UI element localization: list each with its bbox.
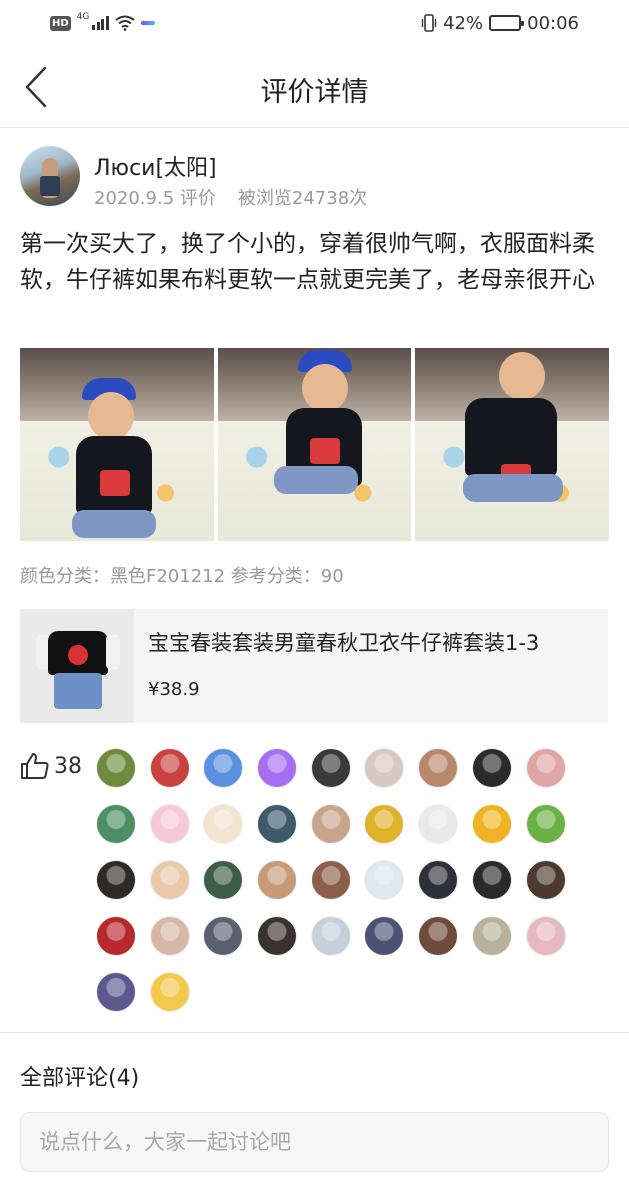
product-thumbnail xyxy=(20,609,134,723)
liker-avatar[interactable] xyxy=(149,748,190,788)
liker-avatar[interactable] xyxy=(96,916,136,956)
status-bar: HD 4G 42% 00:06 xyxy=(0,0,629,48)
status-right: 42% 00:06 xyxy=(421,10,579,36)
liker-avatar[interactable] xyxy=(203,804,244,844)
liker-avatar[interactable] xyxy=(96,804,136,844)
liker-avatar[interactable] xyxy=(471,860,512,900)
liker-avatar[interactable] xyxy=(525,916,566,956)
liker-avatar[interactable] xyxy=(257,804,298,844)
review-date: 2020.9.5 评价 xyxy=(94,188,216,209)
liker-avatar[interactable] xyxy=(418,916,459,956)
liker-avatar[interactable] xyxy=(471,804,512,844)
like-count: 38 xyxy=(54,753,82,779)
liker-avatars xyxy=(96,748,596,1012)
network-type: 4G xyxy=(76,12,90,22)
photo-kid-head xyxy=(301,364,348,412)
liker-avatar[interactable] xyxy=(257,860,298,900)
product-price: ¥38.9 xyxy=(148,679,200,700)
vibrate-icon xyxy=(421,14,437,32)
liker-avatar[interactable] xyxy=(96,860,136,900)
liker-avatar[interactable] xyxy=(203,916,244,956)
review-photo[interactable] xyxy=(20,348,214,541)
liker-avatar[interactable] xyxy=(149,916,190,956)
user-name[interactable]: Люси[太阳] xyxy=(94,150,217,182)
liker-avatar[interactable] xyxy=(149,804,190,844)
liker-avatar[interactable] xyxy=(471,916,512,956)
product-card[interactable]: 宝宝春装套装男童春秋卫衣牛仔裤套装1-3 ¥38.9 xyxy=(20,609,608,723)
liker-avatar[interactable] xyxy=(96,972,136,1012)
battery-percent: 42% xyxy=(443,12,484,34)
review-photos xyxy=(20,348,610,541)
thumb-sleeve-right xyxy=(106,635,120,669)
review-content: 第一次买大了，换了个小的，穿着很帅气啊，衣服面料柔软，牛仔裤如果布料更软一点就更… xyxy=(20,231,595,293)
thumbs-up-icon xyxy=(21,753,49,779)
clock: 00:06 xyxy=(527,12,579,34)
liker-avatar[interactable] xyxy=(364,916,405,956)
review-photo[interactable] xyxy=(217,348,412,541)
liker-avatar[interactable] xyxy=(257,748,298,788)
status-left: HD 4G xyxy=(50,12,155,34)
view-count: 被浏览24738次 xyxy=(237,188,368,209)
liker-avatar[interactable] xyxy=(525,804,566,844)
photo-kid-legs xyxy=(273,466,358,494)
liker-avatar[interactable] xyxy=(471,748,512,788)
liker-avatar[interactable] xyxy=(418,860,459,900)
notification-icon xyxy=(140,21,155,25)
liker-avatar[interactable] xyxy=(310,916,351,956)
sku-info: 颜色分类：黑色F201212 参考分类：90 xyxy=(20,566,344,587)
avatar-figure-lower xyxy=(40,176,60,196)
signal-icon xyxy=(92,16,109,30)
like-button[interactable]: 38 xyxy=(20,752,82,780)
user-avatar[interactable] xyxy=(20,146,80,206)
hd-badge: HD xyxy=(50,15,71,31)
liker-avatar[interactable] xyxy=(364,804,405,844)
product-info: 宝宝春装套装男童春秋卫衣牛仔裤套装1-3 ¥38.9 xyxy=(134,609,608,723)
liker-avatar[interactable] xyxy=(310,748,351,788)
thumb-print xyxy=(68,645,88,665)
thumb-jeans xyxy=(54,673,102,709)
liker-avatar[interactable] xyxy=(203,860,244,900)
photo-kid-head xyxy=(88,392,134,440)
page-title: 评价详情 xyxy=(260,77,369,108)
comment-input[interactable] xyxy=(20,1112,609,1172)
liker-avatar[interactable] xyxy=(364,748,405,788)
photo-kid-legs xyxy=(463,474,564,502)
liker-avatar[interactable] xyxy=(364,860,405,900)
photo-kid-legs xyxy=(72,510,156,538)
liker-avatar[interactable] xyxy=(203,748,244,788)
photo-kid-print xyxy=(100,470,130,496)
photo-kid-print xyxy=(309,438,340,464)
liker-avatar[interactable] xyxy=(96,748,136,788)
liker-avatar[interactable] xyxy=(149,860,190,900)
review-meta: 2020.9.5 评价 被浏览24738次 xyxy=(94,184,389,210)
liker-avatar[interactable] xyxy=(310,860,351,900)
product-title: 宝宝春装套装男童春秋卫衣牛仔裤套装1-3 xyxy=(148,631,540,655)
battery-icon xyxy=(489,15,525,31)
liker-avatar[interactable] xyxy=(418,748,459,788)
liker-avatar[interactable] xyxy=(257,916,298,956)
liker-avatar[interactable] xyxy=(525,748,566,788)
liker-avatar[interactable] xyxy=(149,972,190,1012)
liker-avatar[interactable] xyxy=(525,860,566,900)
nav-header: 评价详情 xyxy=(0,48,629,128)
section-divider xyxy=(0,1032,629,1033)
review-photo[interactable] xyxy=(415,348,610,541)
liker-avatar[interactable] xyxy=(418,804,459,844)
wifi-icon xyxy=(115,15,135,31)
comments-title: 全部评论(4) xyxy=(20,1066,140,1091)
review-header: Люси[太阳] 2020.9.5 评价 被浏览24738次 xyxy=(20,146,620,210)
liker-avatar[interactable] xyxy=(310,804,351,844)
